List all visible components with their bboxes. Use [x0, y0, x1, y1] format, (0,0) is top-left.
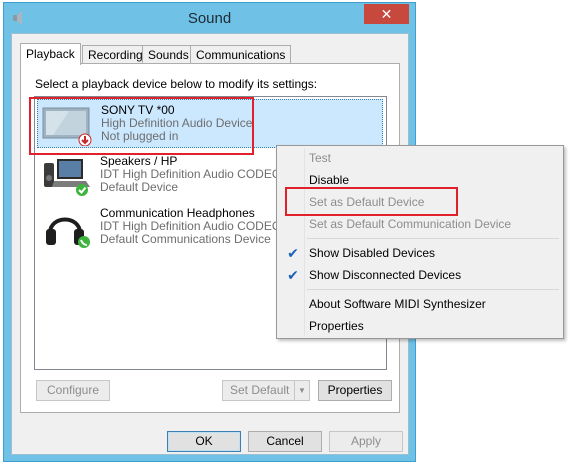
tab-communications[interactable]: Communications	[190, 45, 292, 64]
cancel-button[interactable]: Cancel	[248, 431, 322, 452]
menu-item-properties[interactable]: Properties	[279, 316, 561, 336]
menu-item-set-default-device[interactable]: Set as Default Device	[279, 192, 561, 212]
tab-playback[interactable]: Playback	[20, 43, 81, 65]
tv-monitor-icon	[42, 107, 92, 146]
chevron-down-icon[interactable]: ▼	[294, 381, 309, 400]
close-button[interactable]: ✕	[364, 4, 409, 24]
configure-button[interactable]: Configure	[36, 380, 110, 401]
laptop-speakers-icon	[44, 159, 90, 196]
menu-item-label: Show Disconnected Devices	[309, 268, 462, 282]
menu-item-show-disconnected[interactable]: ✔ Show Disconnected Devices	[279, 265, 561, 285]
device-row-sony-tv[interactable]: SONY TV *00 High Definition Audio Device…	[37, 99, 383, 148]
set-default-label: Set Default	[230, 383, 290, 397]
properties-button[interactable]: Properties	[318, 380, 392, 401]
menu-item-show-disabled[interactable]: ✔ Show Disabled Devices	[279, 243, 561, 263]
window-title: Sound	[187, 10, 232, 27]
tab-sounds[interactable]: Sounds	[142, 45, 195, 64]
device-status: Default Device	[100, 180, 179, 194]
menu-item-disable[interactable]: Disable	[279, 170, 561, 190]
menu-item-label: Show Disabled Devices	[309, 246, 436, 260]
menu-item-about-midi[interactable]: About Software MIDI Synthesizer	[279, 294, 561, 314]
context-menu: Test Disable Set as Default Device Set a…	[276, 145, 564, 339]
checkmark-icon: ✔	[287, 267, 299, 283]
device-status: Not plugged in	[101, 129, 179, 143]
menu-separator	[307, 238, 559, 239]
tab-recording[interactable]: Recording	[82, 45, 149, 64]
menu-item-set-default-communication[interactable]: Set as Default Communication Device	[279, 214, 561, 234]
title-bar[interactable]: Sound ✕	[4, 3, 415, 33]
device-status: Default Communications Device	[100, 232, 271, 246]
instruction-text: Select a playback device below to modify…	[35, 77, 318, 91]
apply-button[interactable]: Apply	[329, 431, 403, 452]
set-default-button[interactable]: Set Default ▼	[222, 380, 310, 401]
menu-separator	[307, 289, 559, 290]
headphones-icon	[46, 217, 90, 248]
ok-button[interactable]: OK	[167, 431, 241, 452]
menu-item-test[interactable]: Test	[279, 148, 561, 168]
checkmark-icon: ✔	[287, 245, 299, 261]
